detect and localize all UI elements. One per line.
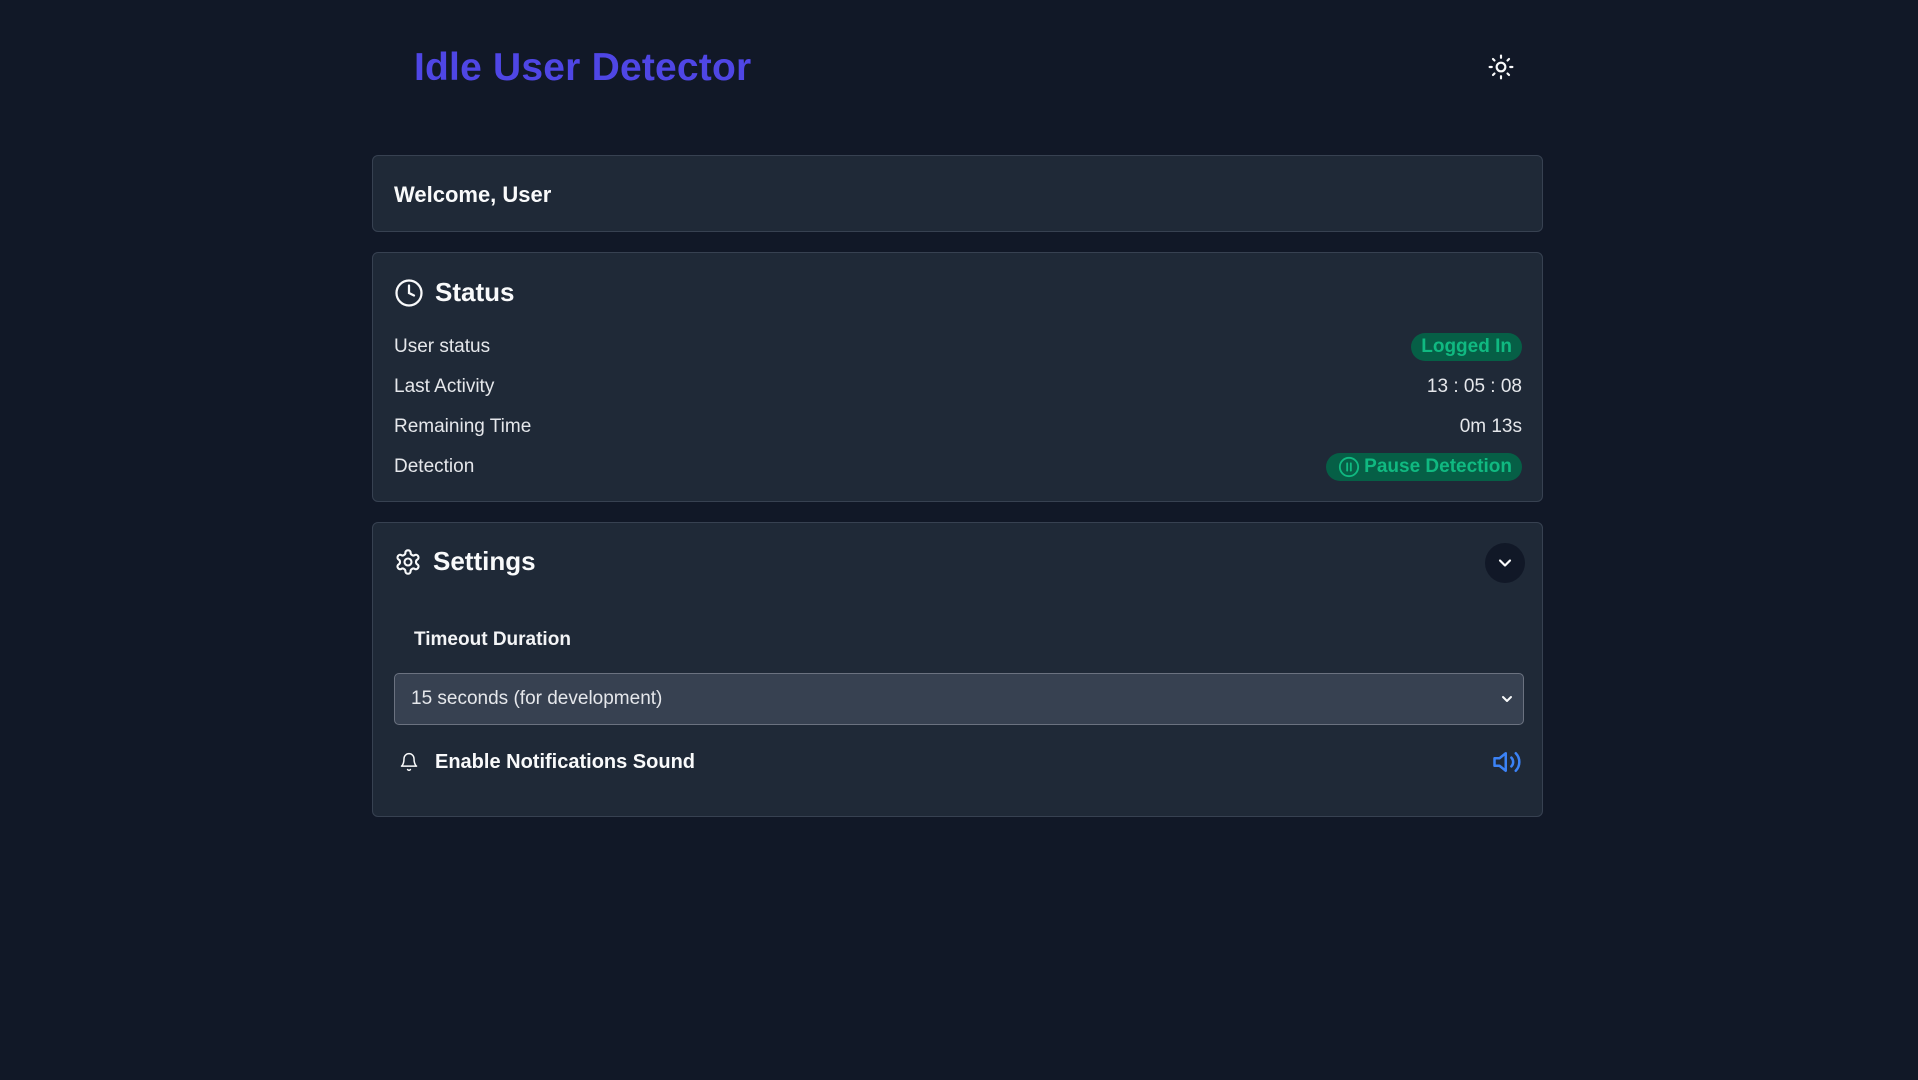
- status-row-remaining-time: Remaining Time 0m 13s: [394, 412, 1522, 442]
- notifications-sound-toggle[interactable]: [1492, 747, 1522, 777]
- status-row-last-activity: Last Activity 13 : 05 : 08: [394, 372, 1522, 402]
- app-title: Idle User Detector: [414, 46, 752, 89]
- notifications-sound-label: Enable Notifications Sound: [435, 750, 696, 773]
- timeout-duration-label: Timeout Duration: [414, 629, 571, 650]
- status-card: Status User status Logged In Last Activi…: [372, 252, 1543, 502]
- theme-toggle-button[interactable]: [1485, 51, 1517, 83]
- header: Idle User Detector: [372, 0, 1545, 140]
- notifications-sound-label-group: Enable Notifications Sound: [399, 751, 695, 774]
- status-header: Status: [394, 277, 514, 308]
- notifications-sound-row: Enable Notifications Sound: [399, 745, 1522, 779]
- sun-icon: [1488, 54, 1514, 80]
- last-activity-value: 13 : 05 : 08: [1426, 376, 1522, 397]
- settings-header: Settings: [394, 546, 536, 577]
- gear-icon: [396, 548, 420, 575]
- chevron-down-icon: [1502, 696, 1512, 702]
- welcome-card: Welcome, User: [372, 155, 1543, 232]
- pause-detection-button[interactable]: Pause Detection: [1326, 453, 1522, 481]
- status-row-user-status: User status Logged In: [394, 332, 1522, 362]
- chevron-down-icon: [1498, 559, 1512, 567]
- settings-card: Settings Timeout Duration 15 seconds (fo…: [372, 522, 1543, 817]
- remaining-time-value: 0m 13s: [1459, 416, 1522, 437]
- settings-title: Settings: [433, 546, 536, 576]
- timeout-duration-select[interactable]: 15 seconds (for development): [394, 673, 1524, 725]
- timeout-duration-value: 15 seconds (for development): [411, 688, 663, 709]
- status-row-label: Remaining Time: [394, 416, 532, 437]
- settings-collapse-button[interactable]: [1485, 543, 1525, 583]
- status-row-detection: Detection Pause Detection: [394, 452, 1522, 482]
- status-row-label: User status: [394, 336, 491, 357]
- pause-circle-icon: [1339, 456, 1360, 478]
- logged-in-badge: Logged In: [1411, 333, 1522, 361]
- status-row-label: Detection: [394, 456, 475, 477]
- bell-icon: [400, 752, 418, 772]
- pause-detection-label: Pause Detection: [1364, 456, 1512, 477]
- status-title: Status: [435, 277, 515, 307]
- clock-icon: [395, 278, 423, 307]
- speaker-on-icon: [1493, 752, 1521, 772]
- welcome-text: Welcome, User: [394, 182, 552, 207]
- status-row-label: Last Activity: [394, 376, 495, 397]
- app-container: Idle User Detector Welcome, User Status …: [372, 0, 1545, 817]
